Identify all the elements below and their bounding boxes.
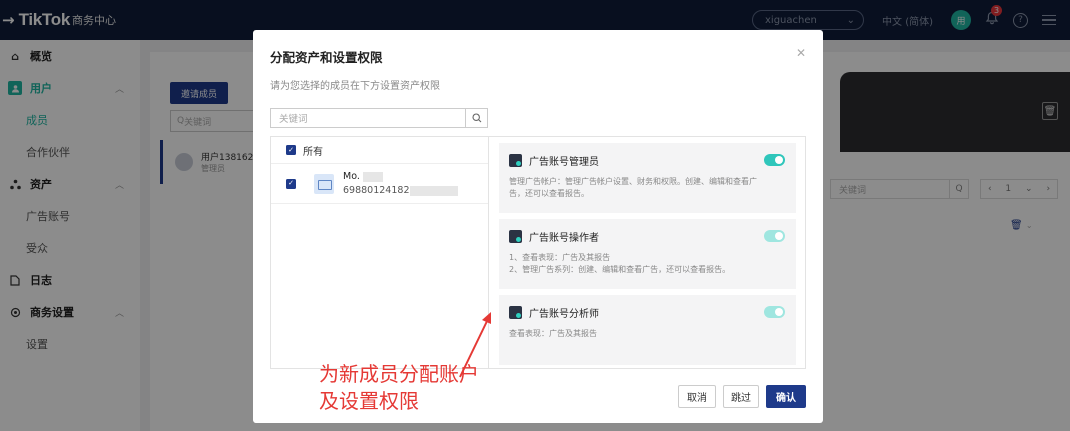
asset-permission-panel: ✓ 所有 ✓ Mo. 69880124182 为新成员分配账户 及设置权限 广告…	[270, 136, 806, 413]
asset-search-field[interactable]: 关键词	[270, 108, 488, 128]
select-all-label: 所有	[303, 146, 323, 158]
dialog-subtitle: 请为您选择的成员在下方设置资产权限	[270, 81, 440, 92]
dialog-title: 分配资产和设置权限	[270, 50, 383, 65]
role-card-analyst[interactable]: 广告账号分析师 查看表现：广告及其报告	[499, 295, 796, 365]
account-id-text: 69880124182	[343, 185, 410, 196]
role-list: 广告账号管理员 管理广告帐户：管理广告帐户设置、财务和权限。创建、编辑和查看广 …	[489, 137, 805, 368]
redacted-block	[409, 185, 458, 196]
redacted-block	[362, 171, 383, 182]
role-description: 管理广告帐户：管理广告帐户设置、财务和权限。创建、编辑和查看广 告，还可以查看报…	[509, 176, 785, 200]
dialog-footer: 取消 跳过 确认	[671, 385, 806, 408]
role-name: 广告账号管理员	[529, 157, 599, 168]
role-toggle[interactable]	[764, 230, 785, 242]
role-name: 广告账号操作者	[529, 233, 599, 244]
role-toggle[interactable]	[764, 154, 785, 166]
select-all-row[interactable]: ✓ 所有	[271, 137, 488, 164]
annotation-line: 为新成员分配账户	[319, 362, 479, 386]
ad-account-icon	[314, 173, 334, 194]
search-icon[interactable]	[465, 109, 487, 127]
role-icon	[509, 230, 522, 243]
cancel-button[interactable]: 取消	[678, 385, 716, 408]
role-description: 1、查看表现：广告及其报告 2、管理广告系列：创建、编辑和查看广告，还可以查看报…	[509, 252, 785, 276]
role-description-line: 管理广告帐户：管理广告帐户设置、财务和权限。创建、编辑和查看广	[509, 177, 757, 186]
asset-checkbox[interactable]: ✓	[286, 178, 296, 189]
account-name: Mo.	[343, 171, 458, 182]
assign-assets-dialog: 分配资产和设置权限 ✕ 请为您选择的成员在下方设置资产权限 关键词 ✓ 所有 ✓…	[253, 30, 823, 423]
role-description-line: 1、查看表现：广告及其报告	[509, 253, 611, 262]
account-name-text: Mo.	[343, 171, 360, 182]
role-card-admin[interactable]: 广告账号管理员 管理广告帐户：管理广告帐户设置、财务和权限。创建、编辑和查看广 …	[499, 143, 796, 213]
close-icon[interactable]: ✕	[796, 46, 806, 60]
role-toggle[interactable]	[764, 306, 785, 318]
role-description-line: 2、管理广告系列：创建、编辑和查看广告，还可以查看报告。	[509, 265, 731, 274]
role-card-operator[interactable]: 广告账号操作者 1、查看表现：广告及其报告 2、管理广告系列：创建、编辑和查看广…	[499, 219, 796, 289]
role-icon	[509, 306, 522, 319]
role-name: 广告账号分析师	[529, 309, 599, 320]
asset-list-item[interactable]: ✓ Mo. 69880124182	[271, 164, 488, 204]
skip-button[interactable]: 跳过	[723, 385, 759, 408]
annotation-line: 及设置权限	[319, 389, 419, 413]
role-icon	[509, 154, 522, 167]
select-all-checkbox[interactable]: ✓	[286, 145, 296, 155]
asset-list: ✓ 所有 ✓ Mo. 69880124182 为新成员分配账户 及设置权限	[271, 137, 491, 413]
confirm-button[interactable]: 确认	[766, 385, 806, 408]
role-description-line: 查看表现：广告及其报告	[509, 329, 597, 338]
annotation-text: 为新成员分配账户 及设置权限	[319, 361, 479, 415]
account-id: 69880124182	[343, 185, 458, 196]
role-description-line: 告，还可以查看报告。	[509, 189, 589, 198]
role-description: 查看表现：广告及其报告	[509, 328, 785, 340]
asset-search-placeholder: 关键词	[279, 114, 308, 125]
